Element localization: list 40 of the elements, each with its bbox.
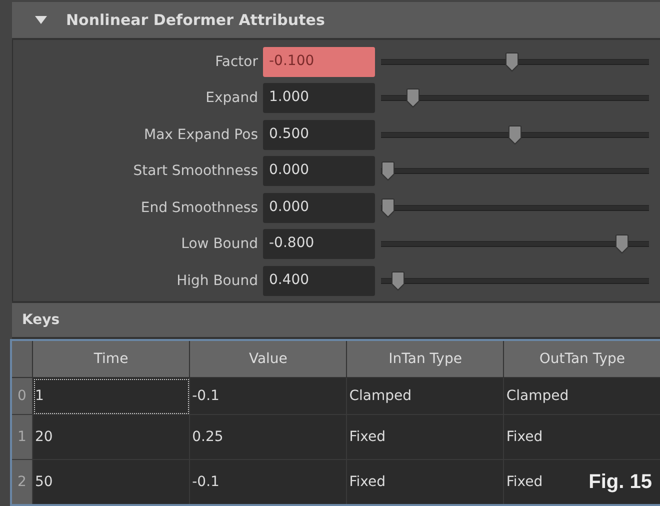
collapse-triangle-icon[interactable] xyxy=(34,15,48,25)
table-cell[interactable]: Fixed xyxy=(346,414,504,460)
keys-title: Keys xyxy=(22,312,60,328)
column-header[interactable]: OutTan Type xyxy=(504,340,660,378)
column-header[interactable]: Value xyxy=(190,340,347,378)
value-field[interactable]: 0.500 xyxy=(263,120,375,150)
value-field[interactable]: -0.800 xyxy=(263,229,375,260)
value-field[interactable]: 0.400 xyxy=(263,266,375,296)
column-header[interactable]: Time xyxy=(32,340,190,378)
slider-thumb[interactable] xyxy=(381,198,395,218)
table-cell[interactable]: -0.1 xyxy=(190,460,347,505)
table-cell[interactable]: Fixed xyxy=(504,414,660,460)
slider-thumb[interactable] xyxy=(381,161,395,182)
corner-header xyxy=(11,340,32,378)
slider-thumb[interactable] xyxy=(505,52,520,72)
attribute-label: Max Expand Pos xyxy=(142,126,259,143)
figure-label: Fig. 15 xyxy=(588,471,652,494)
table-cell[interactable]: 0.25 xyxy=(190,414,347,460)
section-title: Nonlinear Deformer Attributes xyxy=(66,11,325,29)
table-cell[interactable]: Fixed xyxy=(346,460,504,505)
attribute-label: Factor xyxy=(214,54,259,70)
table-cell[interactable]: -0.1 xyxy=(190,378,347,414)
attribute-label: High Bound xyxy=(176,272,259,289)
table-cell[interactable]: Clamped xyxy=(504,378,660,414)
slider-thumb[interactable] xyxy=(508,124,522,145)
table-cell[interactable]: 20 xyxy=(32,414,190,460)
table-cell[interactable]: 50 xyxy=(32,460,190,505)
value-field[interactable]: 1.000 xyxy=(263,83,375,114)
slider-thumb[interactable] xyxy=(391,270,406,291)
attribute-label: Low Bound xyxy=(180,236,259,252)
slider-thumb[interactable] xyxy=(614,234,629,254)
slider-thumb[interactable] xyxy=(406,88,420,108)
table-cell[interactable]: 1 xyxy=(32,378,190,414)
attribute-label: Start Smoothness xyxy=(132,163,259,180)
value-field[interactable]: 0.000 xyxy=(263,192,375,223)
attribute-label: End Smoothness xyxy=(140,200,259,216)
column-header[interactable]: InTan Type xyxy=(346,340,504,378)
value-field[interactable]: 0.000 xyxy=(263,156,375,186)
attribute-label: Expand xyxy=(204,90,259,106)
table-cell[interactable]: Clamped xyxy=(346,378,504,414)
